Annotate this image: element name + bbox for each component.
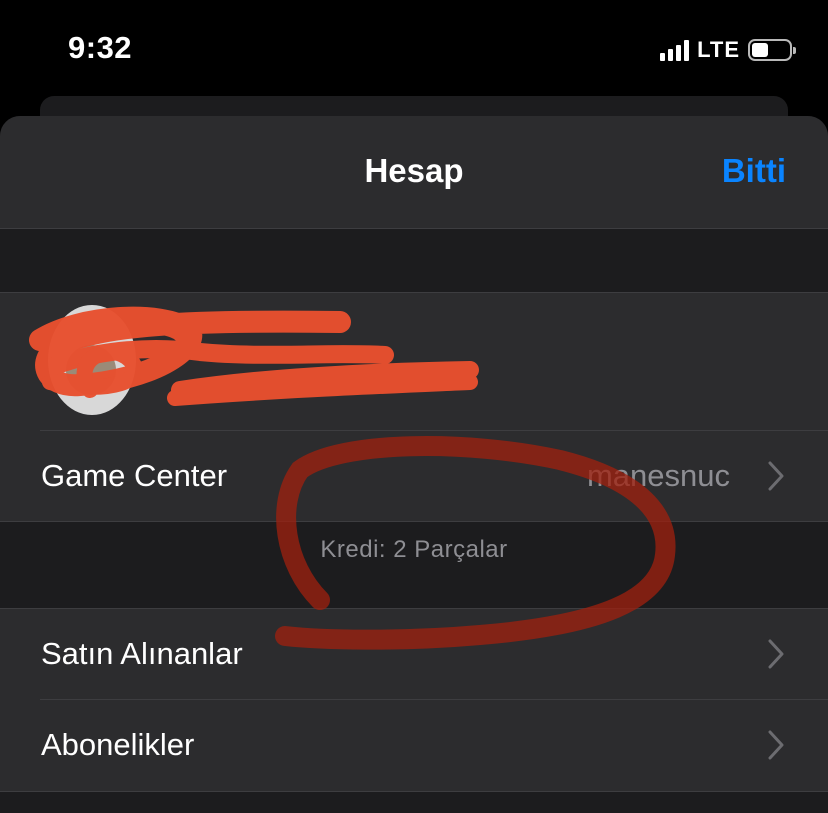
section-gap <box>0 229 828 292</box>
status-time: 9:32 <box>68 30 133 65</box>
chevron-right-icon <box>768 639 784 669</box>
account-sheet: Hesap Bitti Game Center manesnuc Kredi: … <box>0 116 828 813</box>
purchases-row[interactable]: Satın Alınanlar <box>0 609 828 699</box>
status-bar: 9:32 LTE <box>0 0 828 96</box>
game-center-value: manesnuc <box>586 458 730 493</box>
account-group: Game Center manesnuc <box>0 292 828 522</box>
subscriptions-label: Abonelikler <box>41 727 195 762</box>
game-center-label: Game Center <box>41 458 228 493</box>
avatar-icon <box>48 305 136 415</box>
profile-row[interactable] <box>0 293 828 430</box>
chevron-right-icon <box>768 730 784 760</box>
battery-icon <box>748 39 796 61</box>
subscriptions-row[interactable]: Abonelikler <box>0 700 828 790</box>
done-button[interactable]: Bitti <box>722 152 786 190</box>
purchases-label: Satın Alınanlar <box>41 636 243 671</box>
purchases-group: Satın Alınanlar Abonelikler <box>0 608 828 792</box>
status-indicators: LTE <box>660 37 796 63</box>
navigation-bar: Hesap Bitti <box>0 116 828 229</box>
game-center-row[interactable]: Game Center manesnuc <box>0 431 828 521</box>
chevron-right-icon <box>768 461 784 491</box>
page-title: Hesap <box>364 152 464 189</box>
signal-icon <box>660 39 690 61</box>
avatar-photo <box>66 345 116 395</box>
battery-fill <box>752 43 768 57</box>
network-label: LTE <box>697 37 740 62</box>
credit-text: Kredi: 2 Parçalar <box>320 536 508 563</box>
